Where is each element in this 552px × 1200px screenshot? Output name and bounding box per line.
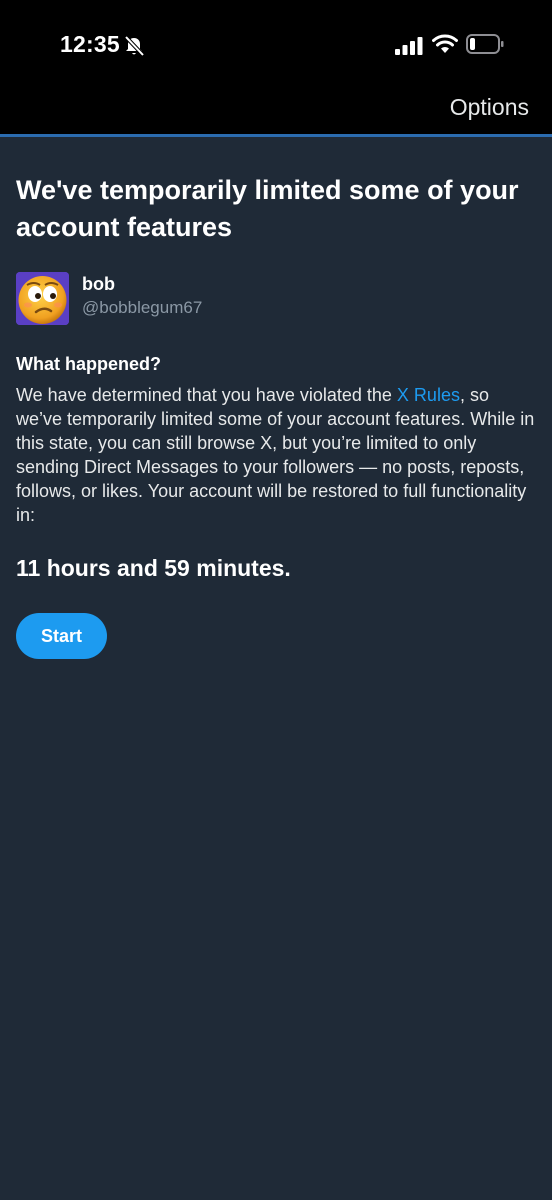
start-button[interactable]: Start xyxy=(16,613,107,659)
explanation-text-start: We have determined that you have violate… xyxy=(16,385,397,405)
top-navbar: Options xyxy=(0,90,552,134)
status-time: 12:35 xyxy=(60,31,120,57)
section-heading: What happened? xyxy=(16,354,161,374)
battery-icon xyxy=(466,34,504,54)
explanation-text-end: , so we’ve temporarily limited some of y… xyxy=(16,385,535,525)
wifi-icon xyxy=(432,34,458,53)
worried-face-emoji-icon xyxy=(16,272,69,325)
header-divider xyxy=(0,134,552,137)
countdown-text: 11 hours and 59 minutes. xyxy=(16,555,291,581)
user-handle: @bobblegum67 xyxy=(82,298,203,317)
user-profile: bob @bobblegum67 xyxy=(16,272,536,328)
x-rules-link[interactable]: X Rules xyxy=(397,385,460,405)
explanation-text: We have determined that you have violate… xyxy=(16,383,536,527)
avatar xyxy=(16,272,69,325)
cellular-signal-icon xyxy=(395,37,423,55)
page-title: We've temporarily limited some of your a… xyxy=(16,175,519,242)
user-display-name: bob xyxy=(82,274,115,294)
bell-muted-icon xyxy=(124,35,145,57)
options-button[interactable]: Options xyxy=(450,94,529,121)
status-bar: 12:35 xyxy=(0,0,552,90)
limitation-notice: We've temporarily limited some of your a… xyxy=(16,172,536,659)
